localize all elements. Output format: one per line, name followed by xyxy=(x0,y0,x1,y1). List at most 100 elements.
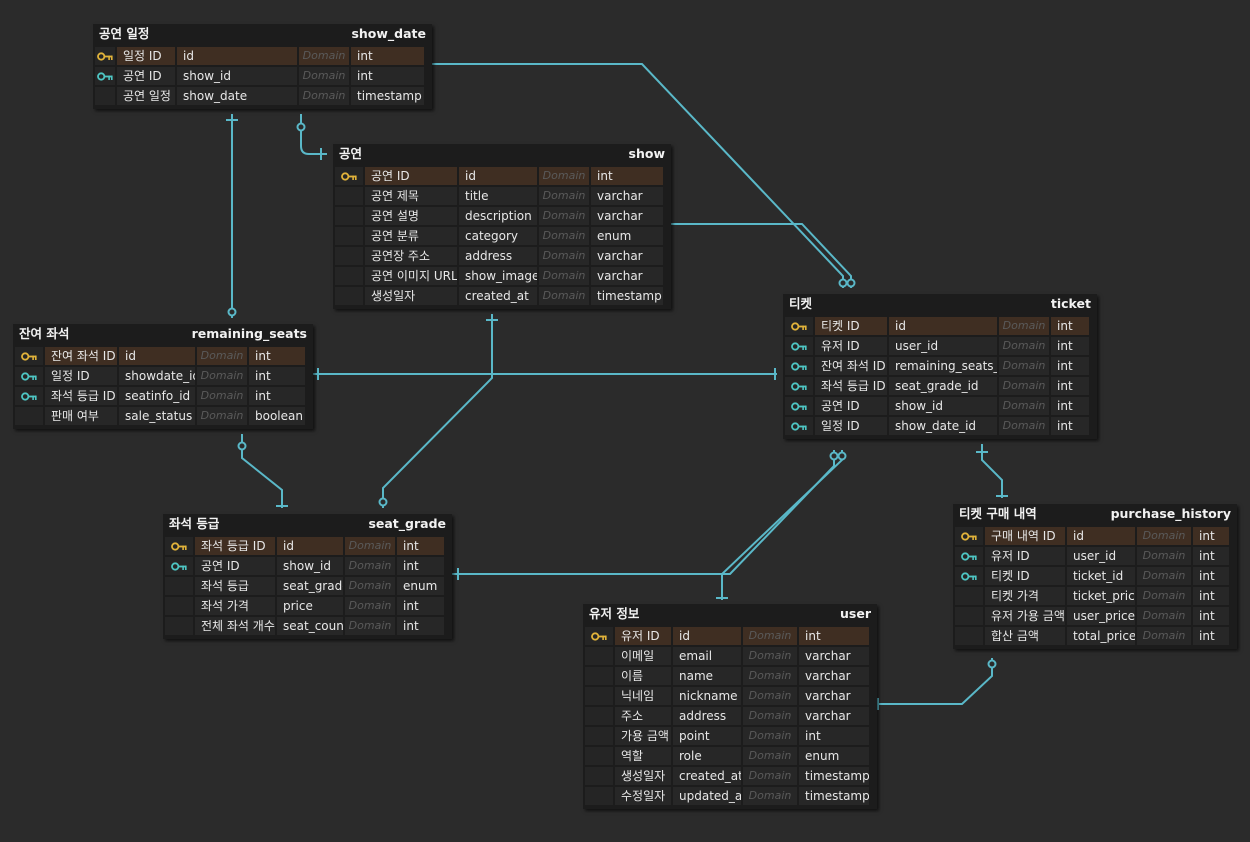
column-data-type: timestamp xyxy=(799,787,869,805)
column-physical-name: nickname xyxy=(673,687,741,705)
column-row[interactable]: 유저 ID user_id Domain int xyxy=(955,547,1231,567)
column-row[interactable]: 닉네임 nickname Domain varchar xyxy=(585,687,871,707)
column-domain: Domain xyxy=(345,537,395,555)
table-ticket[interactable]: 티켓 ticket 티켓 ID id Domain int 유저 ID user_id Doma… xyxy=(783,294,1097,439)
column-key-cell xyxy=(585,707,613,725)
column-row[interactable]: 잔여 좌석 IDremaining_seats_idDomainint xyxy=(785,357,1091,377)
column-domain: Domain xyxy=(1137,587,1191,605)
column-physical-name: price xyxy=(277,597,343,615)
column-key-cell xyxy=(785,317,813,335)
column-data-type: int xyxy=(351,67,424,85)
column-row[interactable]: 역할 role Domain enum xyxy=(585,747,871,767)
primary-key-icon xyxy=(961,530,977,544)
column-domain: Domain xyxy=(197,387,247,405)
column-row[interactable]: 주소 address Domain varchar xyxy=(585,707,871,727)
column-row[interactable]: 유저 가용 금액 user_price Domain int xyxy=(955,607,1231,627)
column-row[interactable]: 공연 설명 description Domain varchar xyxy=(335,207,665,227)
column-row[interactable]: 좌석 등급 ID seat_grade_id Domain int xyxy=(785,377,1091,397)
column-physical-name: total_price xyxy=(1067,627,1135,645)
column-row[interactable]: 공연장 주소 address Domain varchar xyxy=(335,247,665,267)
table-user[interactable]: 유저 정보 user 유저 ID id Domain int 이메일 email Domain v… xyxy=(583,604,877,809)
column-domain: Domain xyxy=(743,787,797,805)
column-row[interactable]: 공연 ID show_id Domain int xyxy=(165,557,446,577)
column-row[interactable]: 이름 name Domain varchar xyxy=(585,667,871,687)
column-row[interactable]: 티켓 ID ticket_id Domain int xyxy=(955,567,1231,587)
column-domain: Domain xyxy=(1137,607,1191,625)
relation-show-seat-grade xyxy=(382,314,493,508)
table-header[interactable]: 공연 일정 show_date xyxy=(95,24,430,44)
column-row[interactable]: 생성일자 created_at Domain timestamp xyxy=(585,767,871,787)
table-show-date[interactable]: 공연 일정 show_date 일정 ID id Domain int 공연 ID show_… xyxy=(93,24,432,109)
primary-key-icon xyxy=(21,350,37,364)
table-purchase-history[interactable]: 티켓 구매 내역 purchase_history 구매 내역 ID id Domain… xyxy=(953,504,1237,649)
column-domain: Domain xyxy=(999,417,1049,435)
column-row[interactable]: 좌석 가격 price Domain int xyxy=(165,597,446,617)
column-row[interactable]: 좌석 등급 seat_grade Domain enum xyxy=(165,577,446,597)
erd-canvas[interactable]: 공연 일정 show_date 일정 ID id Domain int 공연 ID show_… xyxy=(0,0,1250,842)
relation-seat-grade-ticket xyxy=(452,450,835,575)
column-row[interactable]: 가용 금액 point Domain int xyxy=(585,727,871,747)
column-key-cell xyxy=(955,627,983,645)
table-header[interactable]: 잔여 좌석 remaining_seats xyxy=(15,324,311,344)
column-row[interactable]: 티켓 ID id Domain int xyxy=(785,317,1091,337)
column-row[interactable]: 공연 분류 category Domain enum xyxy=(335,227,665,247)
column-row[interactable]: 좌석 등급 ID seatinfo_id Domain int xyxy=(15,387,307,407)
column-row[interactable]: 구매 내역 ID id Domain int xyxy=(955,527,1231,547)
column-row[interactable]: 공연 ID show_id Domain int xyxy=(95,67,426,87)
table-header[interactable]: 티켓 구매 내역 purchase_history xyxy=(955,504,1235,524)
column-row[interactable]: 공연 ID show_id Domain int xyxy=(785,397,1091,417)
column-data-type: int xyxy=(591,167,663,185)
column-data-type: int xyxy=(1051,377,1089,395)
column-domain: Domain xyxy=(539,267,589,285)
column-row[interactable]: 좌석 등급 ID id Domain int xyxy=(165,537,446,557)
column-row[interactable]: 잔여 좌석 ID id Domain int xyxy=(15,347,307,367)
column-logical-name: 생성일자 xyxy=(365,287,457,305)
column-key-cell xyxy=(785,377,813,395)
relation-seat-grade-remaining-seats xyxy=(241,434,283,508)
column-row[interactable]: 유저 ID user_id Domain int xyxy=(785,337,1091,357)
column-domain: Domain xyxy=(999,397,1049,415)
column-domain: Domain xyxy=(539,167,589,185)
column-logical-name: 좌석 가격 xyxy=(195,597,275,615)
relation-show-date-show xyxy=(300,114,327,155)
column-row[interactable]: 공연 제목 title Domain varchar xyxy=(335,187,665,207)
column-logical-name: 공연 ID xyxy=(365,167,457,185)
table-header[interactable]: 유저 정보 user xyxy=(585,604,875,624)
column-domain: Domain xyxy=(743,767,797,785)
column-physical-name: ticket_id xyxy=(1067,567,1135,585)
column-data-type: int xyxy=(1051,417,1089,435)
column-row[interactable]: 전체 좌석 개수 seat_count Domain int xyxy=(165,617,446,637)
column-domain: Domain xyxy=(743,647,797,665)
table-seat-grade[interactable]: 좌석 등급 seat_grade 좌석 등급 ID id Domain int 공연 ID s… xyxy=(163,514,452,639)
column-logical-name: 전체 좌석 개수 xyxy=(195,617,275,635)
column-row[interactable]: 합산 금액 total_price Domain int xyxy=(955,627,1231,647)
table-remaining-seats[interactable]: 잔여 좌석 remaining_seats 잔여 좌석 ID id Domain int 일… xyxy=(13,324,313,429)
column-row[interactable]: 일정 ID id Domain int xyxy=(95,47,426,67)
column-row[interactable]: 일정 ID showdate_id Domain int xyxy=(15,367,307,387)
table-header[interactable]: 좌석 등급 seat_grade xyxy=(165,514,450,534)
column-key-cell xyxy=(585,727,613,745)
column-row[interactable]: 이메일 email Domain varchar xyxy=(585,647,871,667)
column-row[interactable]: 일정 ID show_date_id Domain int xyxy=(785,417,1091,437)
foreign-key-icon xyxy=(21,390,37,404)
table-header[interactable]: 공연 show xyxy=(335,144,669,164)
column-logical-name: 유저 ID xyxy=(615,627,671,645)
column-key-cell xyxy=(95,47,115,65)
column-logical-name: 수정일자 xyxy=(615,787,671,805)
table-header[interactable]: 티켓 ticket xyxy=(785,294,1095,314)
column-row[interactable]: 공연 ID id Domain int xyxy=(335,167,665,187)
column-domain: Domain xyxy=(999,317,1049,335)
table-show[interactable]: 공연 show 공연 ID id Domain int 공연 제목 title Domain va… xyxy=(333,144,671,309)
column-data-type: varchar xyxy=(799,667,869,685)
column-row[interactable]: 수정일자 updated_at Domain timestamp xyxy=(585,787,871,807)
column-row[interactable]: 판매 여부 sale_status Domain boolean xyxy=(15,407,307,427)
column-row[interactable]: 공연 이미지 URL show_image Domain varchar xyxy=(335,267,665,287)
cardinality-zero-mark xyxy=(296,122,306,132)
column-row[interactable]: 생성일자 created_at Domain timestamp xyxy=(335,287,665,307)
column-domain: Domain xyxy=(999,357,1049,375)
column-row[interactable]: 유저 ID id Domain int xyxy=(585,627,871,647)
column-logical-name: 잔여 좌석 ID xyxy=(815,357,887,375)
primary-key-icon xyxy=(341,170,357,184)
column-row[interactable]: 티켓 가격ticket_priceDomainint xyxy=(955,587,1231,607)
column-row[interactable]: 공연 일정 show_date Domain timestamp xyxy=(95,87,426,107)
